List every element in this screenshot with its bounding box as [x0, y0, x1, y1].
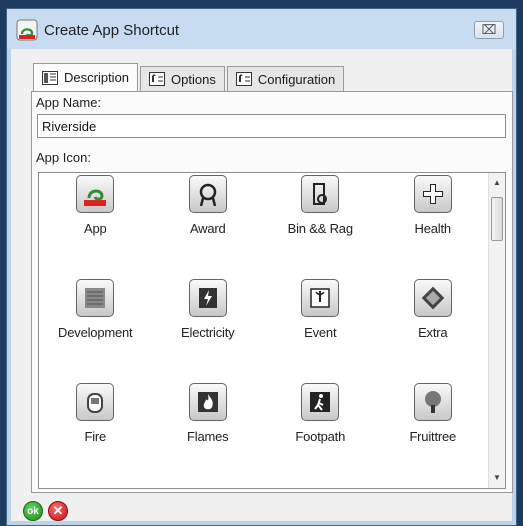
icon-option[interactable]: Award	[152, 173, 265, 277]
vertical-scrollbar[interactable]: ▲ ▼	[488, 173, 505, 488]
description-tab-icon	[42, 70, 58, 85]
close-button[interactable]: ⌧	[474, 21, 504, 39]
create-app-shortcut-window: Create App Shortcut ⌧ Description Option…	[6, 8, 517, 526]
icon-grid: App Award Bin && Rag Health Development Elect…	[39, 173, 489, 488]
icon-option[interactable]: Fruittree	[377, 381, 490, 485]
cancel-button[interactable]: ✕	[48, 501, 68, 521]
development-icon	[76, 279, 115, 317]
icon-option[interactable]: Flames	[152, 381, 265, 485]
icon-option-label: Extra	[418, 325, 448, 340]
app-icon	[76, 175, 115, 213]
icon-option-label: Bin && Rag	[287, 221, 353, 236]
icon-option[interactable]: Bin && Rag	[264, 173, 377, 277]
footpath-icon	[301, 383, 340, 421]
tab-configuration[interactable]: Configuration	[226, 66, 345, 91]
cancel-icon: ✕	[52, 503, 64, 518]
health-icon	[413, 175, 452, 213]
icon-option[interactable]: Extra	[377, 277, 490, 381]
configuration-tab-icon	[235, 72, 252, 86]
icon-option-label: Event	[304, 325, 337, 340]
app-name-label: App Name:	[36, 95, 102, 110]
electricity-icon	[188, 279, 227, 317]
scroll-thumb[interactable]	[491, 197, 503, 241]
icon-option-label: Flames	[187, 429, 229, 444]
icon-option-label: Fire	[84, 429, 107, 444]
icon-option-label: Electricity	[181, 325, 235, 340]
scroll-up-icon[interactable]: ▲	[489, 175, 505, 191]
tab-options[interactable]: Options	[140, 66, 225, 91]
icon-option[interactable]: Event	[264, 277, 377, 381]
event-icon	[301, 279, 340, 317]
app-icon-list[interactable]: App Award Bin && Rag Health Development Elect…	[38, 172, 506, 489]
fruittree-icon	[413, 383, 452, 421]
options-tab-icon	[149, 72, 166, 86]
extra-icon	[413, 279, 452, 317]
window-title: Create App Shortcut	[44, 22, 180, 39]
icon-option[interactable]: Footpath	[264, 381, 377, 485]
award-icon	[188, 175, 227, 213]
app-name-input[interactable]	[37, 114, 506, 138]
icon-option[interactable]: Development	[39, 277, 152, 381]
title-bar: Create App Shortcut ⌧	[7, 9, 516, 49]
flames-icon	[188, 383, 227, 421]
tab-options-label: Options	[171, 71, 216, 87]
icon-option[interactable]: Health	[377, 173, 490, 277]
fire-icon	[76, 383, 115, 421]
tab-strip: Description Options Configuration	[33, 63, 346, 91]
tab-description-label: Description	[64, 70, 130, 85]
icon-option-label: Fruittree	[409, 429, 457, 444]
scroll-down-icon[interactable]: ▼	[489, 470, 505, 486]
icon-option-label: Award	[189, 221, 226, 236]
bin-rag-icon	[301, 175, 340, 213]
app-shortcut-icon	[16, 19, 38, 41]
icon-option-label: Footpath	[295, 429, 346, 444]
icon-option-label: Development	[58, 325, 133, 340]
icon-option[interactable]: Fire	[39, 381, 152, 485]
tab-configuration-label: Configuration	[257, 71, 336, 87]
close-icon: ⌧	[481, 22, 497, 37]
ok-button-label: ok	[27, 505, 39, 517]
tab-description[interactable]: Description	[33, 63, 139, 91]
icon-option[interactable]: Electricity	[152, 277, 265, 381]
icon-option-label: App	[83, 221, 107, 236]
icon-option-label: Health	[414, 221, 452, 236]
app-icon-label: App Icon:	[36, 150, 91, 165]
dialog-body: Description Options Configuration App Na…	[11, 49, 513, 521]
icon-option[interactable]: App	[39, 173, 152, 277]
ok-button[interactable]: ok	[23, 501, 43, 521]
description-panel: App Name: App Icon: App Award Bin && Rag He…	[31, 91, 513, 493]
